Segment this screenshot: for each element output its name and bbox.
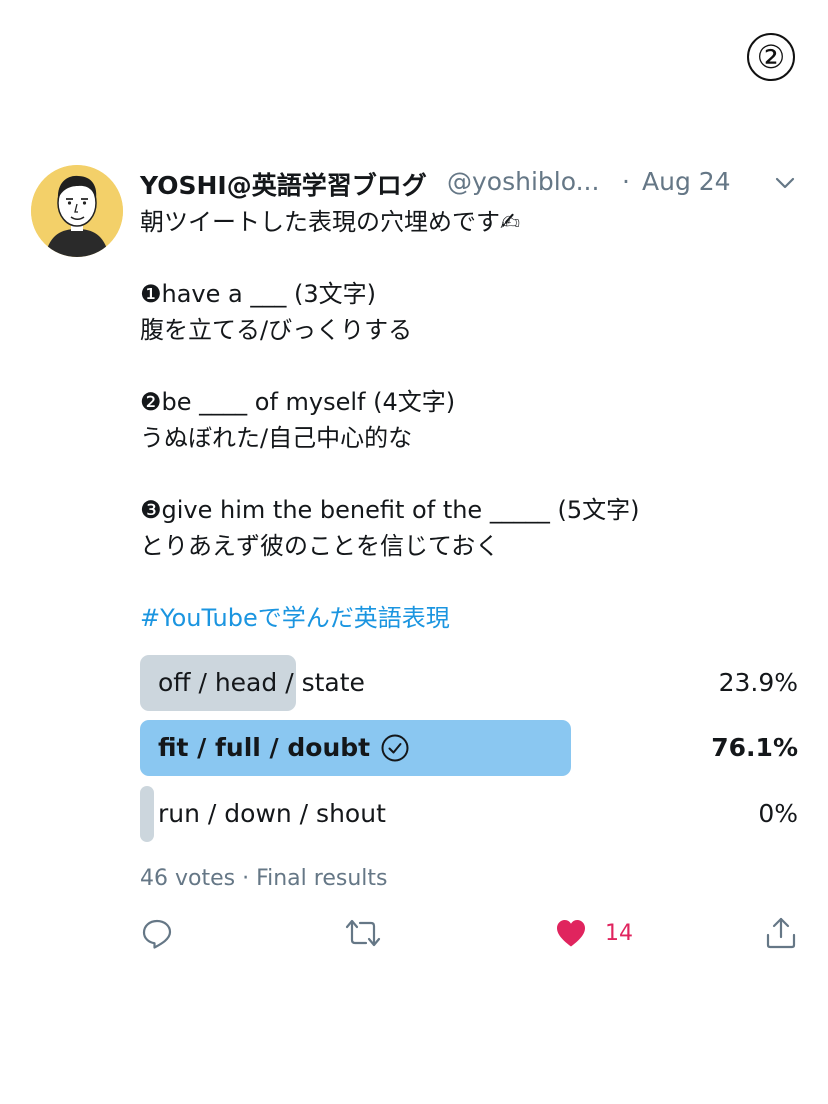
hashtag-link[interactable]: #YouTubeで学んだ英語表現 [140,600,450,636]
reply-icon [140,916,174,950]
tweet-text-line: ❶have a ___ (3文字) [140,280,376,308]
like-count: 14 [605,920,633,946]
poll-option-label: fit / full / doubt [158,720,410,776]
chevron-down-icon[interactable] [772,170,798,196]
poll-option-label: off / head / state [158,655,365,711]
poll-option-label: run / down / shout [158,786,386,842]
tweet-body: 朝ツイートした表現の穴埋めです✍ ❶have a ___ (3文字) 腹を立てる… [140,204,800,564]
like-button[interactable]: 14 [555,915,633,951]
tweet-text-line: 朝ツイートした表現の穴埋めです✍ [140,208,521,236]
poll-option-text: run / down / shout [158,799,386,828]
poll-option-text: fit / full / doubt [158,733,371,762]
tweet-text-line: うぬぼれた/自己中心的な [140,424,413,452]
poll-option-percent: 0% [758,799,798,828]
poll-option-text: off / head / state [158,668,365,697]
share-icon [764,916,798,950]
tweet-text-line: ❸give him the benefit of the _____ (5文字) [140,496,640,524]
poll-option-3: run / down / shout 0% [140,786,798,842]
heart-icon [555,918,587,948]
tweet-text-line: ❷be ____ of myself (4文字) [140,388,456,416]
separator-dot: · [622,167,630,196]
page-number-marker: ② [747,33,795,81]
poll-option-1: off / head / state 23.9% [140,655,798,711]
tweet-date[interactable]: Aug 24 [642,167,731,196]
reply-button[interactable] [140,915,174,951]
retweet-icon [344,916,382,950]
avatar[interactable] [31,165,123,257]
poll-result-bar [140,786,154,842]
tweet-text-line: 腹を立てる/びっくりする [140,316,413,344]
retweet-button[interactable] [344,915,382,951]
avatar-illustration [31,165,123,257]
poll-option-2: fit / full / doubt 76.1% [140,720,798,776]
display-name[interactable]: YOSHI@英語学習ブログ [140,166,427,202]
poll-option-percent: 23.9% [718,668,798,697]
poll-meta: 46 votes · Final results [140,866,388,891]
tweet-text-line: とりあえず彼のことを信じておく [140,532,500,560]
check-circle-icon [380,733,410,763]
share-button[interactable] [764,915,798,951]
tweet-header: YOSHI@英語学習ブログ @yoshiblo... · Aug 24 [140,166,800,202]
poll-option-percent: 76.1% [711,733,798,762]
user-handle[interactable]: @yoshiblo... [447,167,609,196]
